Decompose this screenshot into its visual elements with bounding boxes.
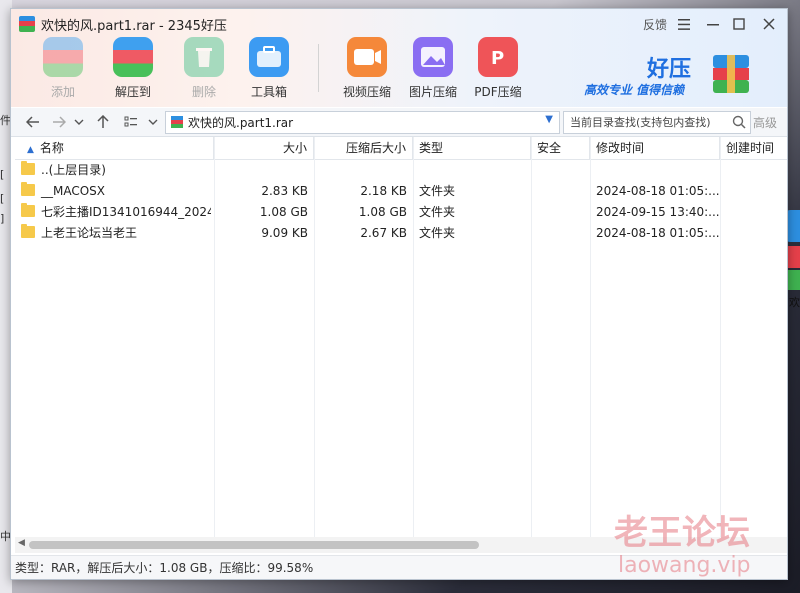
minimize-icon[interactable] — [703, 13, 723, 35]
brand-name: 好压 — [647, 57, 692, 82]
video-compress-label: 视频压缩 — [342, 85, 391, 99]
background-app-label: 欢 — [789, 296, 800, 309]
extract-icon — [113, 37, 153, 77]
history-dropdown-icon[interactable] — [71, 112, 87, 132]
image-compress-icon — [413, 37, 453, 77]
list-item[interactable]: __MACOSX 2.83 KB 2.18 KB 文件夹 2024-08-18 … — [15, 181, 787, 202]
file-size: 1.08 GB — [259, 205, 308, 219]
menu-icon[interactable] — [674, 13, 694, 35]
haozip-app-icon — [19, 16, 35, 32]
path-bar[interactable]: 欢快的风.part1.rar ▼ — [165, 111, 560, 134]
toolbox-icon — [249, 37, 289, 77]
watermark: 老王论坛 laowang.vip — [612, 505, 782, 585]
folder-icon — [21, 224, 35, 238]
search-input[interactable] — [568, 115, 732, 130]
file-size: 2.83 KB — [261, 184, 308, 198]
sort-arrow-icon: ▲ — [27, 145, 34, 155]
feedback-link[interactable]: 反馈 — [641, 13, 669, 35]
window-title: 欢快的风.part1.rar - 2345好压 — [41, 18, 227, 34]
file-name-cell: __MACOSX — [21, 181, 211, 202]
pdf-compress-icon: P — [478, 37, 518, 77]
file-size: 9.09 KB — [261, 226, 308, 240]
archive-icon — [170, 115, 184, 129]
column-header-type[interactable]: 类型 — [413, 137, 531, 159]
column-header-packed-size[interactable]: 压缩后大小 — [314, 137, 413, 159]
list-item[interactable]: 七彩主播ID1341016944_2024... 1.08 GB 1.08 GB… — [15, 202, 787, 223]
add-button[interactable]: 添加 — [33, 37, 93, 99]
delete-label: 删除 — [191, 85, 216, 99]
column-header-created[interactable]: 创建时间 — [720, 137, 787, 159]
search-box — [563, 111, 751, 134]
up-arrow-icon[interactable] — [93, 112, 113, 132]
app-window: 欢快的风.part1.rar - 2345好压 反馈 添加 解压到 删除 工具箱 — [10, 8, 788, 580]
file-modified: 2024-08-18 01:05:... — [596, 226, 720, 240]
folder-icon — [21, 203, 35, 217]
delete-button[interactable]: 删除 — [174, 37, 234, 99]
file-list-header: ▲ 名称 大小 压缩后大小 类型 安全 修改时间 创建时间 — [15, 137, 787, 160]
video-compress-icon — [347, 37, 387, 77]
list-item-parent-dir[interactable]: ..(上层目录) — [15, 160, 787, 181]
maximize-icon[interactable] — [729, 13, 749, 35]
file-type: 文件夹 — [419, 205, 456, 219]
view-mode-icon[interactable] — [121, 112, 141, 132]
scrollbar-thumb[interactable] — [29, 541, 479, 549]
file-packed-size: 2.67 KB — [360, 226, 407, 240]
advanced-search-button[interactable]: 高级 — [753, 114, 777, 131]
toolbox-label: 工具箱 — [250, 85, 287, 99]
column-header-modified[interactable]: 修改时间 — [590, 137, 720, 159]
add-label: 添加 — [50, 85, 75, 99]
watermark-url: laowang.vip — [618, 553, 751, 578]
file-name-cell: 七彩主播ID1341016944_2024... — [21, 202, 211, 223]
toolbox-button[interactable]: 工具箱 — [239, 37, 299, 99]
column-header-security[interactable]: 安全 — [531, 137, 590, 159]
column-name-label: 名称 — [39, 141, 64, 155]
column-header-size[interactable]: 大小 — [214, 137, 314, 159]
view-dropdown-icon[interactable] — [145, 112, 161, 132]
extract-to-label: 解压到 — [114, 85, 151, 99]
folder-icon — [21, 161, 35, 175]
brand-block: 好压 高效专业 值得信赖 — [584, 49, 784, 99]
pdf-compress-label: PDF压缩 — [474, 85, 522, 99]
title-bar: 欢快的风.part1.rar - 2345好压 — [19, 14, 227, 34]
list-item[interactable]: 上老王论坛当老王 9.09 KB 2.67 KB 文件夹 2024-08-18 … — [15, 223, 787, 244]
file-type: 文件夹 — [419, 184, 456, 198]
file-modified: 2024-08-18 01:05:... — [596, 184, 720, 198]
add-archive-icon — [43, 37, 83, 77]
file-modified: 2024-09-15 13:40:... — [596, 205, 720, 219]
file-type: 文件夹 — [419, 226, 456, 240]
file-name-cell: 上老王论坛当老王 — [21, 223, 211, 244]
brand-logo — [711, 53, 751, 95]
back-arrow-icon[interactable] — [23, 112, 43, 132]
video-compress-button[interactable]: 视频压缩 — [337, 37, 397, 99]
column-header-name[interactable]: ▲ 名称 — [15, 137, 214, 159]
file-name-cell: ..(上层目录) — [21, 160, 211, 181]
close-icon[interactable] — [759, 13, 779, 35]
pdf-compress-button[interactable]: P PDF压缩 — [468, 37, 528, 99]
recycle-delete-icon — [184, 37, 224, 77]
extract-to-button[interactable]: 解压到 — [103, 37, 163, 99]
file-list: ..(上层目录) __MACOSX 2.83 KB 2.18 KB 文件夹 20… — [15, 160, 787, 538]
path-dropdown-icon[interactable]: ▼ — [545, 114, 553, 125]
background-app-icon[interactable]: 欢 — [786, 210, 800, 310]
forward-arrow-icon[interactable] — [49, 112, 69, 132]
watermark-text: 老王论坛 — [614, 513, 750, 553]
image-compress-label: 图片压缩 — [408, 85, 457, 99]
file-packed-size: 1.08 GB — [358, 205, 407, 219]
search-icon[interactable] — [732, 115, 746, 132]
navigation-bar: 欢快的风.part1.rar ▼ 高级 — [11, 108, 787, 137]
image-compress-button[interactable]: 图片压缩 — [403, 37, 463, 99]
svg-text:P: P — [491, 48, 504, 69]
current-path: 欢快的风.part1.rar — [188, 116, 294, 130]
toolbar-divider — [318, 44, 319, 92]
scroll-left-icon[interactable]: ◀ — [18, 538, 25, 548]
file-packed-size: 2.18 KB — [360, 184, 407, 198]
folder-icon — [21, 182, 35, 196]
brand-slogan: 高效专业 值得信赖 — [584, 83, 685, 97]
